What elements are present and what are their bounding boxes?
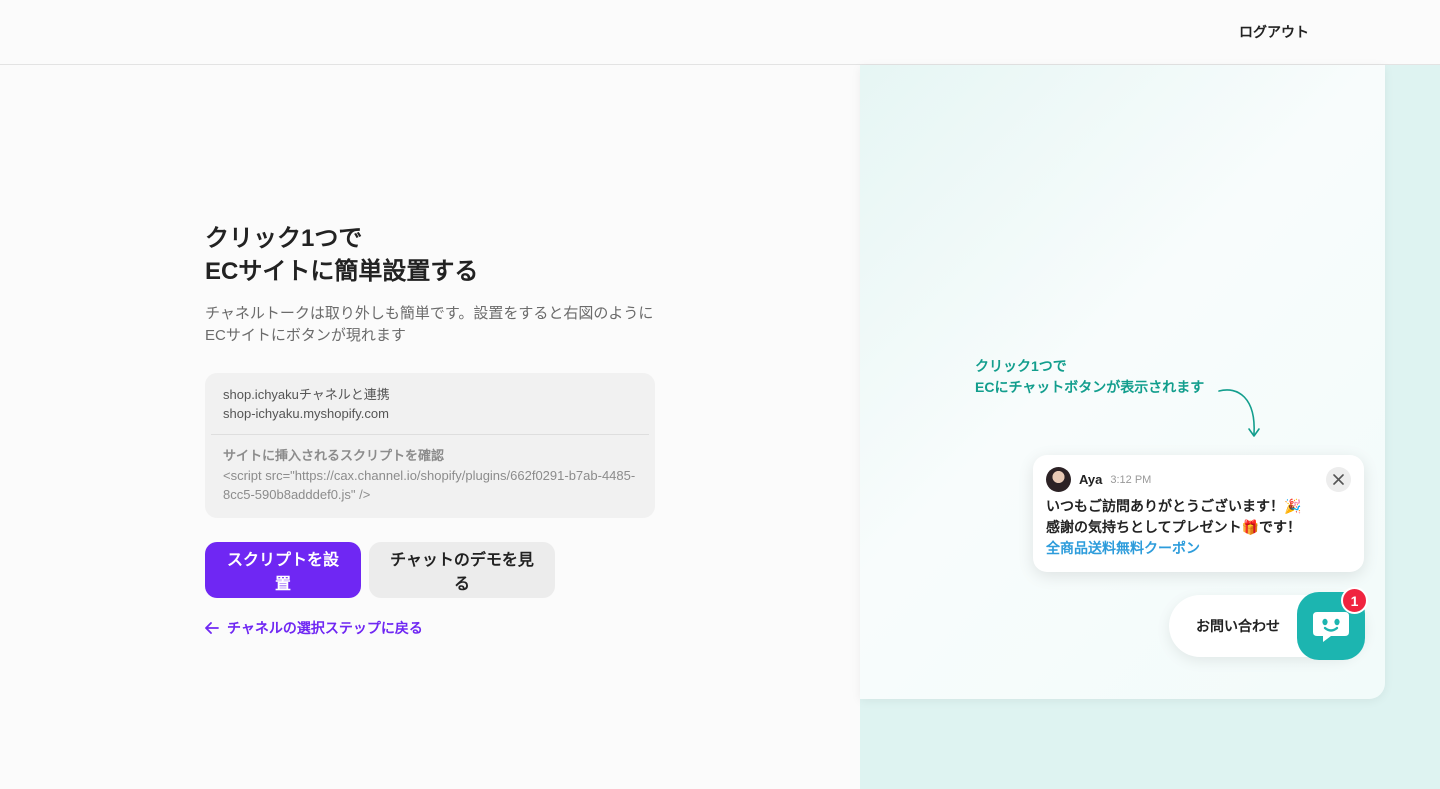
script-info-section: サイトに挿入されるスクリプトを確認 <script src="https://c… <box>211 446 649 504</box>
back-to-channel-select-link[interactable]: チャネルの選択ステップに戻る <box>205 618 655 638</box>
annotation-line-2: ECにチャットボタンが表示されます <box>975 379 1205 395</box>
shop-link-label: shop.ichyakuチャネルと連携 <box>223 387 390 402</box>
curved-arrow-icon <box>1218 389 1260 437</box>
annotation-line-1: クリック1つで <box>975 358 1067 374</box>
install-script-button[interactable]: スクリプトを設置 <box>205 542 361 598</box>
message-line-1: いつもご訪問ありがとうございます！🎉 <box>1046 498 1302 514</box>
info-divider <box>211 434 649 435</box>
chat-demo-button[interactable]: チャットのデモを見る <box>369 542 555 598</box>
coupon-link[interactable]: 全商品送料無料クーポン <box>1046 538 1351 559</box>
popup-close-button[interactable] <box>1326 467 1351 492</box>
logout-button[interactable]: ログアウト <box>1239 22 1309 42</box>
user-avatar <box>1046 467 1071 492</box>
page-description: チャネルトークは取り外しも簡単です。設置をすると右図のようにECサイトにボタンが… <box>205 305 654 344</box>
chat-message-popup[interactable]: Aya 3:12 PM いつもご訪問ありがとうございます！🎉 感謝の気持ちとして… <box>1033 455 1364 572</box>
back-link-label: チャネルの選択ステップに戻る <box>227 620 423 636</box>
close-icon <box>1333 474 1344 485</box>
chat-button-label: お問い合わせ <box>1196 618 1280 634</box>
integration-info-box: shop.ichyakuチャネルと連携 shop-ichyaku.myshopi… <box>205 373 655 518</box>
preview-annotation: クリック1つで ECにチャットボタンが表示されます <box>975 356 1204 398</box>
popup-message: いつもご訪問ありがとうございます！🎉 感謝の気持ちとしてプレゼント🎁です！ <box>1046 496 1351 538</box>
script-code: <script src="https://cax.channel.io/shop… <box>223 468 636 502</box>
chat-face-icon <box>1313 612 1349 642</box>
notification-badge: 1 <box>1341 587 1368 614</box>
shop-info-section: shop.ichyakuチャネルと連携 shop-ichyaku.myshopi… <box>211 385 649 423</box>
popup-header: Aya 3:12 PM <box>1046 467 1351 492</box>
title-line-2: ECサイトに簡単設置する <box>205 258 479 285</box>
message-line-2: 感謝の気持ちとしてプレゼント🎁です！ <box>1046 519 1302 535</box>
arrow-left-icon <box>205 622 219 634</box>
title-line-1: クリック1つで <box>205 225 363 252</box>
message-time: 3:12 PM <box>1110 473 1152 486</box>
page-title: クリック1つで ECサイトに簡単設置する <box>205 222 655 288</box>
top-header: ログアウト <box>0 0 1440 65</box>
action-buttons: スクリプトを設置 チャットのデモを見る <box>205 542 655 598</box>
setup-panel: クリック1つで ECサイトに簡単設置する チャネルトークは取り外しも簡単です。設… <box>205 222 655 638</box>
shop-domain: shop-ichyaku.myshopify.com <box>223 406 389 421</box>
script-heading: サイトに挿入されるスクリプトを確認 <box>223 448 445 463</box>
sender-name: Aya <box>1079 472 1103 487</box>
